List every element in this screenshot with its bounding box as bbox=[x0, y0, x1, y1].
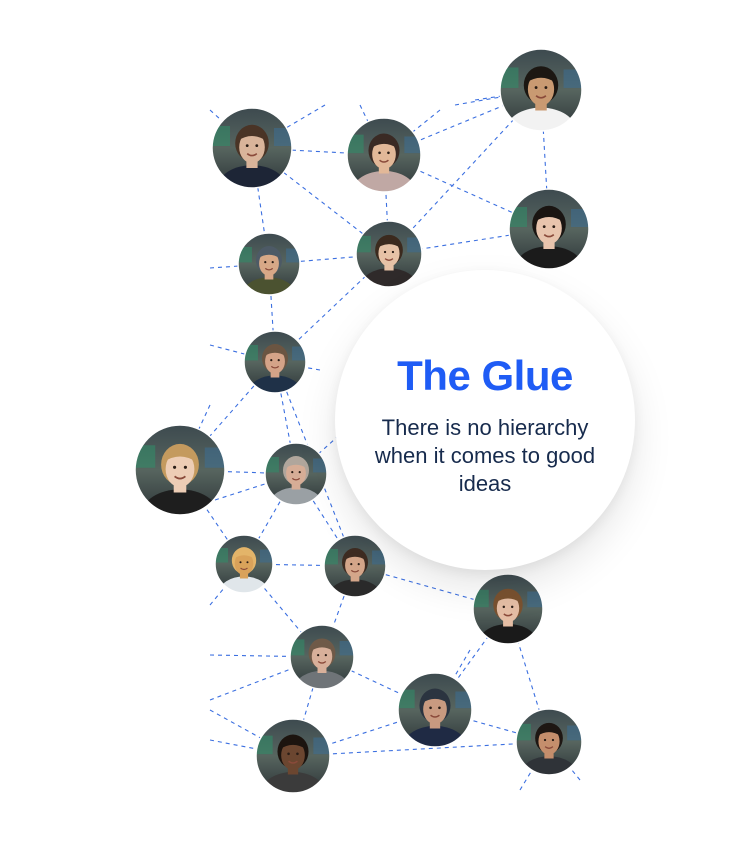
photo-man-glasses-beard bbox=[289, 624, 355, 690]
photo-man-smiling-bottom bbox=[255, 718, 331, 794]
photo-man-smiling-top bbox=[499, 48, 583, 132]
photo-man-cap bbox=[237, 232, 301, 296]
the-glue-card: The Glue There is no hierarchy when it c… bbox=[335, 270, 635, 570]
photo-man-suit bbox=[211, 107, 293, 189]
photo-woman-blonde bbox=[134, 424, 226, 516]
photo-man-bald bbox=[264, 442, 328, 506]
photo-man-beard bbox=[323, 534, 387, 598]
photo-woman-floral bbox=[346, 117, 422, 193]
card-subtitle: There is no hierarchy when it comes to g… bbox=[374, 415, 596, 496]
photo-dog bbox=[214, 534, 274, 594]
photo-man-navy-polo bbox=[243, 330, 307, 394]
photo-woman-ponytail bbox=[472, 573, 544, 645]
photo-man-cap-sunglasses bbox=[397, 672, 473, 748]
card-title: The Glue bbox=[397, 352, 573, 399]
